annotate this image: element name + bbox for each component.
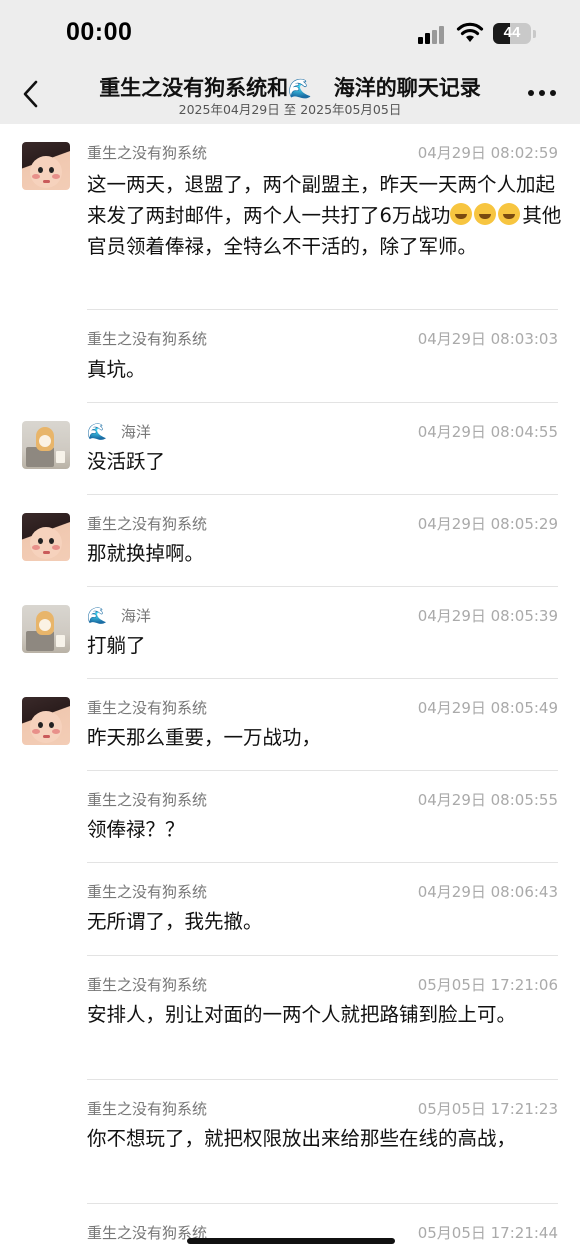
message-item: 重生之没有狗系统 04月29日 08:05:29 那就换掉啊。 xyxy=(0,495,580,587)
sender-name: 重生之没有狗系统 xyxy=(87,330,208,348)
sender-name: 重生之没有狗系统 xyxy=(87,976,208,994)
message-text: 这一两天，退盟了，两个副盟主，昨天一天两个人加起来发了两封邮件，两个人一共打了6… xyxy=(87,169,565,262)
message-item: 重生之没有狗系统 04月29日 08:03:03 真坑。 xyxy=(0,310,580,403)
sender-name-text: 海洋 xyxy=(120,607,151,625)
wifi-icon xyxy=(456,22,484,42)
message-item: 重生之没有狗系统 05月05日 17:21:23 你不想玩了，就把权限放出来给那… xyxy=(0,1080,580,1204)
message-text: 安排人，别让对面的一两个人就把路铺到脸上可。 xyxy=(87,1003,517,1026)
sender-name: 重生之没有狗系统 xyxy=(87,883,208,901)
message-text: 那就换掉啊。 xyxy=(87,542,205,565)
laughing-crying-emoji-icon xyxy=(450,203,473,225)
message-timestamp: 05月05日 17:21:23 xyxy=(417,1100,558,1118)
cellular-signal-icon xyxy=(418,26,446,44)
avatar[interactable] xyxy=(22,697,70,745)
wave-icon: 🌊 xyxy=(288,78,312,100)
message-timestamp: 04月29日 08:05:29 xyxy=(417,515,558,533)
message-timestamp: 04月29日 08:05:39 xyxy=(417,607,558,625)
battery-cap xyxy=(533,30,536,38)
status-time: 00:00 xyxy=(66,18,133,46)
message-text: 无所谓了，我先撤。 xyxy=(87,910,263,933)
page-title: 重生之没有狗系统和🌊 海洋的聊天记录 xyxy=(60,72,520,102)
message-item: 重生之没有狗系统 05月05日 17:21:44 xyxy=(0,1204,580,1255)
message-timestamp: 05月05日 17:21:44 xyxy=(417,1224,558,1242)
message-item: 重生之没有狗系统 05月05日 17:21:06 安排人，别让对面的一两个人就把… xyxy=(0,956,580,1080)
sender-name: 🌊 海洋 xyxy=(87,421,151,442)
back-button[interactable] xyxy=(14,74,50,114)
sender-name: 重生之没有狗系统 xyxy=(87,1100,208,1118)
message-text: 昨天那么重要，一万战功， xyxy=(87,726,322,749)
home-indicator[interactable] xyxy=(187,1238,395,1244)
message-text: 你不想玩了，就把权限放出来给那些在线的高战， xyxy=(87,1127,517,1150)
sender-name: 重生之没有狗系统 xyxy=(87,515,208,533)
message-item: 🌊 海洋 04月29日 08:04:55 没活跃了 xyxy=(0,403,580,495)
message-timestamp: 05月05日 17:21:06 xyxy=(417,976,558,994)
message-item: 🌊 海洋 04月29日 08:05:39 打躺了 xyxy=(0,587,580,679)
message-item: 重生之没有狗系统 04月29日 08:02:59 这一两天，退盟了，两个副盟主，… xyxy=(0,124,580,310)
message-timestamp: 04月29日 08:06:43 xyxy=(417,883,558,901)
battery-icon: 44 xyxy=(493,23,531,44)
message-text: 真坑。 xyxy=(87,358,146,381)
sender-name: 🌊 海洋 xyxy=(87,605,151,626)
message-timestamp: 04月29日 08:04:55 xyxy=(417,423,558,441)
title-part1: 重生之没有狗系统和 xyxy=(99,76,289,100)
message-text: 没活跃了 xyxy=(87,450,166,473)
message-timestamp: 04月29日 08:05:55 xyxy=(417,791,558,809)
message-text: 打躺了 xyxy=(87,634,146,657)
avatar[interactable] xyxy=(22,421,70,469)
sender-name-text: 海洋 xyxy=(120,423,151,441)
chat-history-list[interactable]: 重生之没有狗系统 04月29日 08:02:59 这一两天，退盟了，两个副盟主，… xyxy=(0,124,580,1255)
message-item: 重生之没有狗系统 04月29日 08:06:43 无所谓了，我先撤。 xyxy=(0,863,580,956)
sender-name: 重生之没有狗系统 xyxy=(87,699,208,717)
more-options-button[interactable] xyxy=(528,90,556,98)
wave-icon: 🌊 xyxy=(87,422,107,441)
sender-name: 重生之没有狗系统 xyxy=(87,144,208,162)
laughing-crying-emoji-icon xyxy=(498,203,521,225)
message-item: 重生之没有狗系统 04月29日 08:05:49 昨天那么重要，一万战功， xyxy=(0,679,580,771)
message-timestamp: 04月29日 08:03:03 xyxy=(417,330,558,348)
sender-name: 重生之没有狗系统 xyxy=(87,791,208,809)
message-item: 重生之没有狗系统 04月29日 08:05:55 领俸禄？？ xyxy=(0,771,580,863)
wave-icon: 🌊 xyxy=(87,606,107,625)
laughing-crying-emoji-icon xyxy=(474,203,497,225)
message-text: 领俸禄？？ xyxy=(87,818,185,841)
title-part2: 海洋的聊天记录 xyxy=(333,76,481,100)
nav-bar: 重生之没有狗系统和🌊 海洋的聊天记录 2025年04月29日 至 2025年05… xyxy=(0,66,580,124)
avatar[interactable] xyxy=(22,142,70,190)
avatar[interactable] xyxy=(22,605,70,653)
message-timestamp: 04月29日 08:05:49 xyxy=(417,699,558,717)
status-bar: 00:00 44 xyxy=(0,0,580,66)
battery-percent: 44 xyxy=(503,24,521,41)
date-range: 2025年04月29日 至 2025年05月05日 xyxy=(178,102,402,117)
message-timestamp: 04月29日 08:02:59 xyxy=(417,144,558,162)
avatar[interactable] xyxy=(22,513,70,561)
